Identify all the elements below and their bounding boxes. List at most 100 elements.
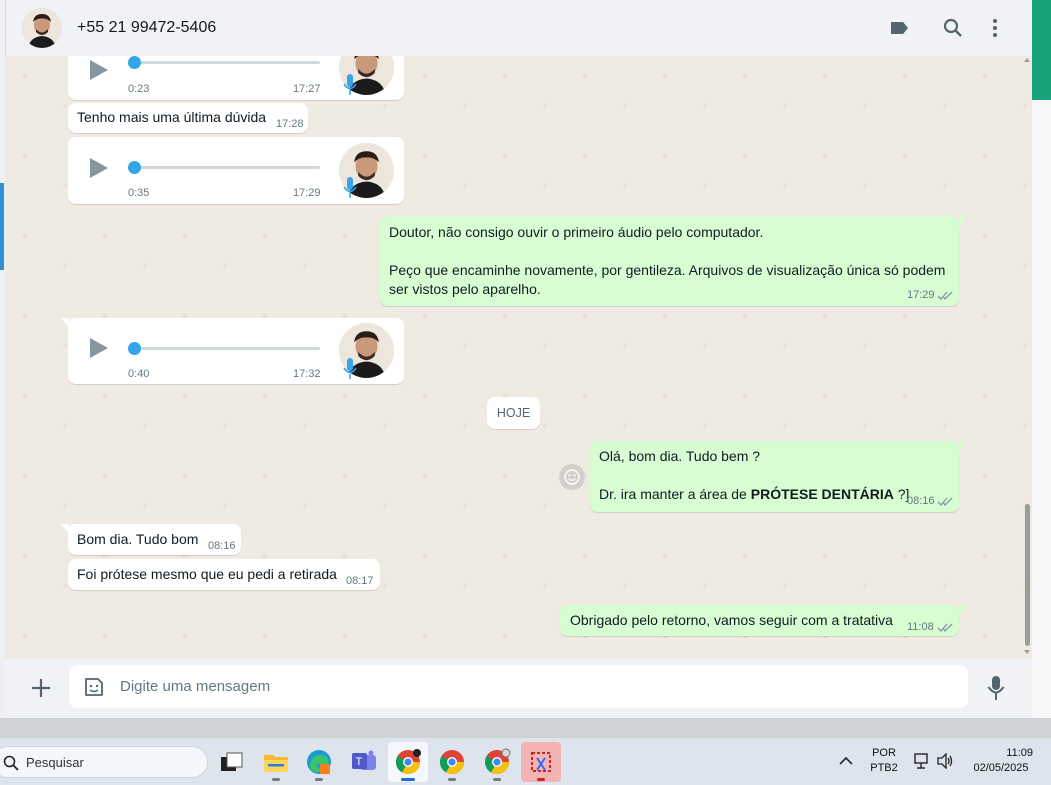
- running-indicator: [315, 778, 323, 781]
- chrome-profile-icon[interactable]: [477, 742, 517, 782]
- bubble-tail: [959, 216, 967, 226]
- incoming-message[interactable]: Bom dia. Tudo bom 08:16: [68, 524, 241, 555]
- mic-icon: [343, 177, 357, 198]
- svg-text:T: T: [356, 756, 363, 768]
- bubble-tail: [61, 524, 69, 534]
- audio-duration: 0:35: [128, 187, 150, 199]
- running-indicator: [448, 778, 456, 781]
- message-text-line: Olá, bom dia. Tudo bem ?: [599, 448, 761, 464]
- mic-icon: [343, 74, 357, 95]
- message-text: Tenho mais uma última dúvida: [77, 109, 267, 125]
- clock[interactable]: 11:09 02/05/2025: [968, 746, 1034, 776]
- running-indicator: [272, 778, 280, 781]
- date-divider: HOJE: [487, 397, 540, 429]
- message-time: 11:08: [907, 621, 934, 633]
- bubble-tail: [61, 318, 69, 328]
- audio-progress-track[interactable]: [134, 61, 320, 64]
- search-icon: [3, 755, 19, 771]
- message-text-line: ser vistos pelo aparelho.: [389, 281, 541, 297]
- contact-name[interactable]: +55 21 99472-5406: [77, 19, 216, 37]
- show-hidden-icons-chevron[interactable]: [839, 756, 853, 766]
- read-checks-icon: [937, 497, 953, 507]
- chrome-profile-icon[interactable]: [388, 742, 428, 782]
- input-language-indicator[interactable]: POR PTB2: [866, 746, 902, 776]
- attach-plus-icon[interactable]: [28, 675, 54, 701]
- menu-icon[interactable]: [980, 8, 1010, 48]
- message-list[interactable]: 0:23 17:27 Tenho mais uma última dúvida …: [5, 56, 1032, 658]
- teams-icon[interactable]: T: [344, 742, 384, 782]
- snipping-tool-icon[interactable]: [521, 742, 561, 782]
- network-icon[interactable]: [913, 752, 931, 770]
- running-indicator: [401, 778, 415, 781]
- message-time: 08:17: [346, 575, 374, 587]
- audio-message[interactable]: 0:35 17:29: [68, 137, 404, 204]
- taskbar-search-label: Pesquisar: [26, 755, 84, 770]
- message-time: 17:32: [293, 368, 321, 380]
- language-code: POR: [872, 747, 896, 759]
- message-time: 17:29: [293, 187, 321, 199]
- scroll-up-arrow[interactable]: [1024, 58, 1030, 62]
- volume-icon[interactable]: [936, 753, 954, 769]
- audio-progress-handle[interactable]: [128, 161, 141, 174]
- search-icon[interactable]: [926, 8, 980, 48]
- audio-progress-handle[interactable]: [128, 342, 141, 355]
- message-text-line: Doutor, não consigo ouvir o primeiro áud…: [389, 224, 764, 240]
- audio-duration: 0:23: [128, 83, 150, 95]
- audio-progress-track[interactable]: [134, 166, 320, 169]
- right-edge-accent: [1032, 0, 1051, 100]
- outgoing-message[interactable]: Doutor, não consigo ouvir o primeiro áud…: [380, 216, 959, 306]
- message-text: Obrigado pelo retorno, vamos seguir com …: [570, 612, 893, 628]
- play-icon[interactable]: [90, 338, 108, 358]
- left-edge-accent: [0, 183, 4, 270]
- mic-icon: [343, 358, 357, 379]
- emoji-reaction-icon[interactable]: [559, 464, 585, 490]
- audio-progress-track[interactable]: [134, 347, 320, 350]
- chrome-icon[interactable]: [432, 742, 472, 782]
- right-window-edge: [1032, 0, 1051, 718]
- incoming-message[interactable]: Tenho mais uma última dúvida 17:28: [68, 103, 308, 133]
- voice-record-mic-icon[interactable]: [987, 675, 1005, 701]
- message-time: 17:29: [907, 289, 935, 301]
- clock-date: 02/05/2025: [973, 762, 1029, 774]
- edge-browser-icon[interactable]: [299, 742, 339, 782]
- audio-duration: 0:40: [128, 368, 150, 380]
- message-input[interactable]: Digite uma mensagem: [69, 665, 968, 708]
- taskbar-search[interactable]: Pesquisar: [0, 746, 208, 778]
- sticker-icon[interactable]: [83, 676, 105, 698]
- bubble-tail: [959, 441, 967, 451]
- outgoing-message[interactable]: Obrigado pelo retorno, vamos seguir com …: [560, 605, 959, 636]
- message-time: 08:16: [907, 495, 935, 507]
- window-bottom-gap: [0, 718, 1051, 738]
- audio-progress-handle[interactable]: [128, 56, 141, 69]
- running-indicator: [493, 778, 501, 781]
- outgoing-message[interactable]: Olá, bom dia. Tudo bem ? Dr. ira manter …: [590, 441, 959, 512]
- file-explorer-icon[interactable]: [256, 742, 296, 782]
- read-checks-icon: [937, 623, 953, 633]
- message-time: 17:28: [276, 118, 304, 130]
- incoming-message[interactable]: Foi prótese mesmo que eu pedi a retirada…: [68, 559, 380, 590]
- chat-scrollbar[interactable]: [1022, 56, 1032, 658]
- audio-message[interactable]: 0:23 17:27: [68, 56, 404, 100]
- running-indicator: [537, 778, 545, 781]
- message-text: Foi prótese mesmo que eu pedi a retirada: [77, 566, 337, 582]
- chat-header: +55 21 99472-5406: [5, 0, 1032, 56]
- message-text-line: Dr. ira manter a área de PRÓTESE DENTÁRI…: [599, 485, 909, 504]
- message-text-plain: Dr. ira manter a área de: [599, 486, 751, 502]
- play-icon[interactable]: [90, 60, 108, 80]
- audio-message[interactable]: 0:40 17:32: [68, 318, 404, 384]
- scrollbar-thumb[interactable]: [1025, 504, 1030, 646]
- label-icon[interactable]: [872, 8, 926, 48]
- message-time: 08:16: [208, 540, 236, 552]
- message-text-bold: PRÓTESE DENTÁRIA: [750, 486, 894, 502]
- message-text: Bom dia. Tudo bom: [77, 531, 199, 547]
- keyboard-layout: PTB2: [870, 762, 898, 774]
- windows-taskbar: Pesquisar T POR PTB2 11:09 02/05/2025: [0, 738, 1051, 785]
- message-input-placeholder: Digite uma mensagem: [120, 678, 271, 695]
- play-icon[interactable]: [90, 158, 108, 178]
- message-text-line: Peço que encaminhe novamente, por gentil…: [389, 262, 946, 278]
- clock-time: 11:09: [1006, 747, 1033, 759]
- contact-avatar[interactable]: [22, 8, 62, 48]
- scroll-down-arrow[interactable]: [1024, 650, 1030, 654]
- bubble-tail: [959, 605, 967, 615]
- task-view-icon[interactable]: [212, 742, 252, 782]
